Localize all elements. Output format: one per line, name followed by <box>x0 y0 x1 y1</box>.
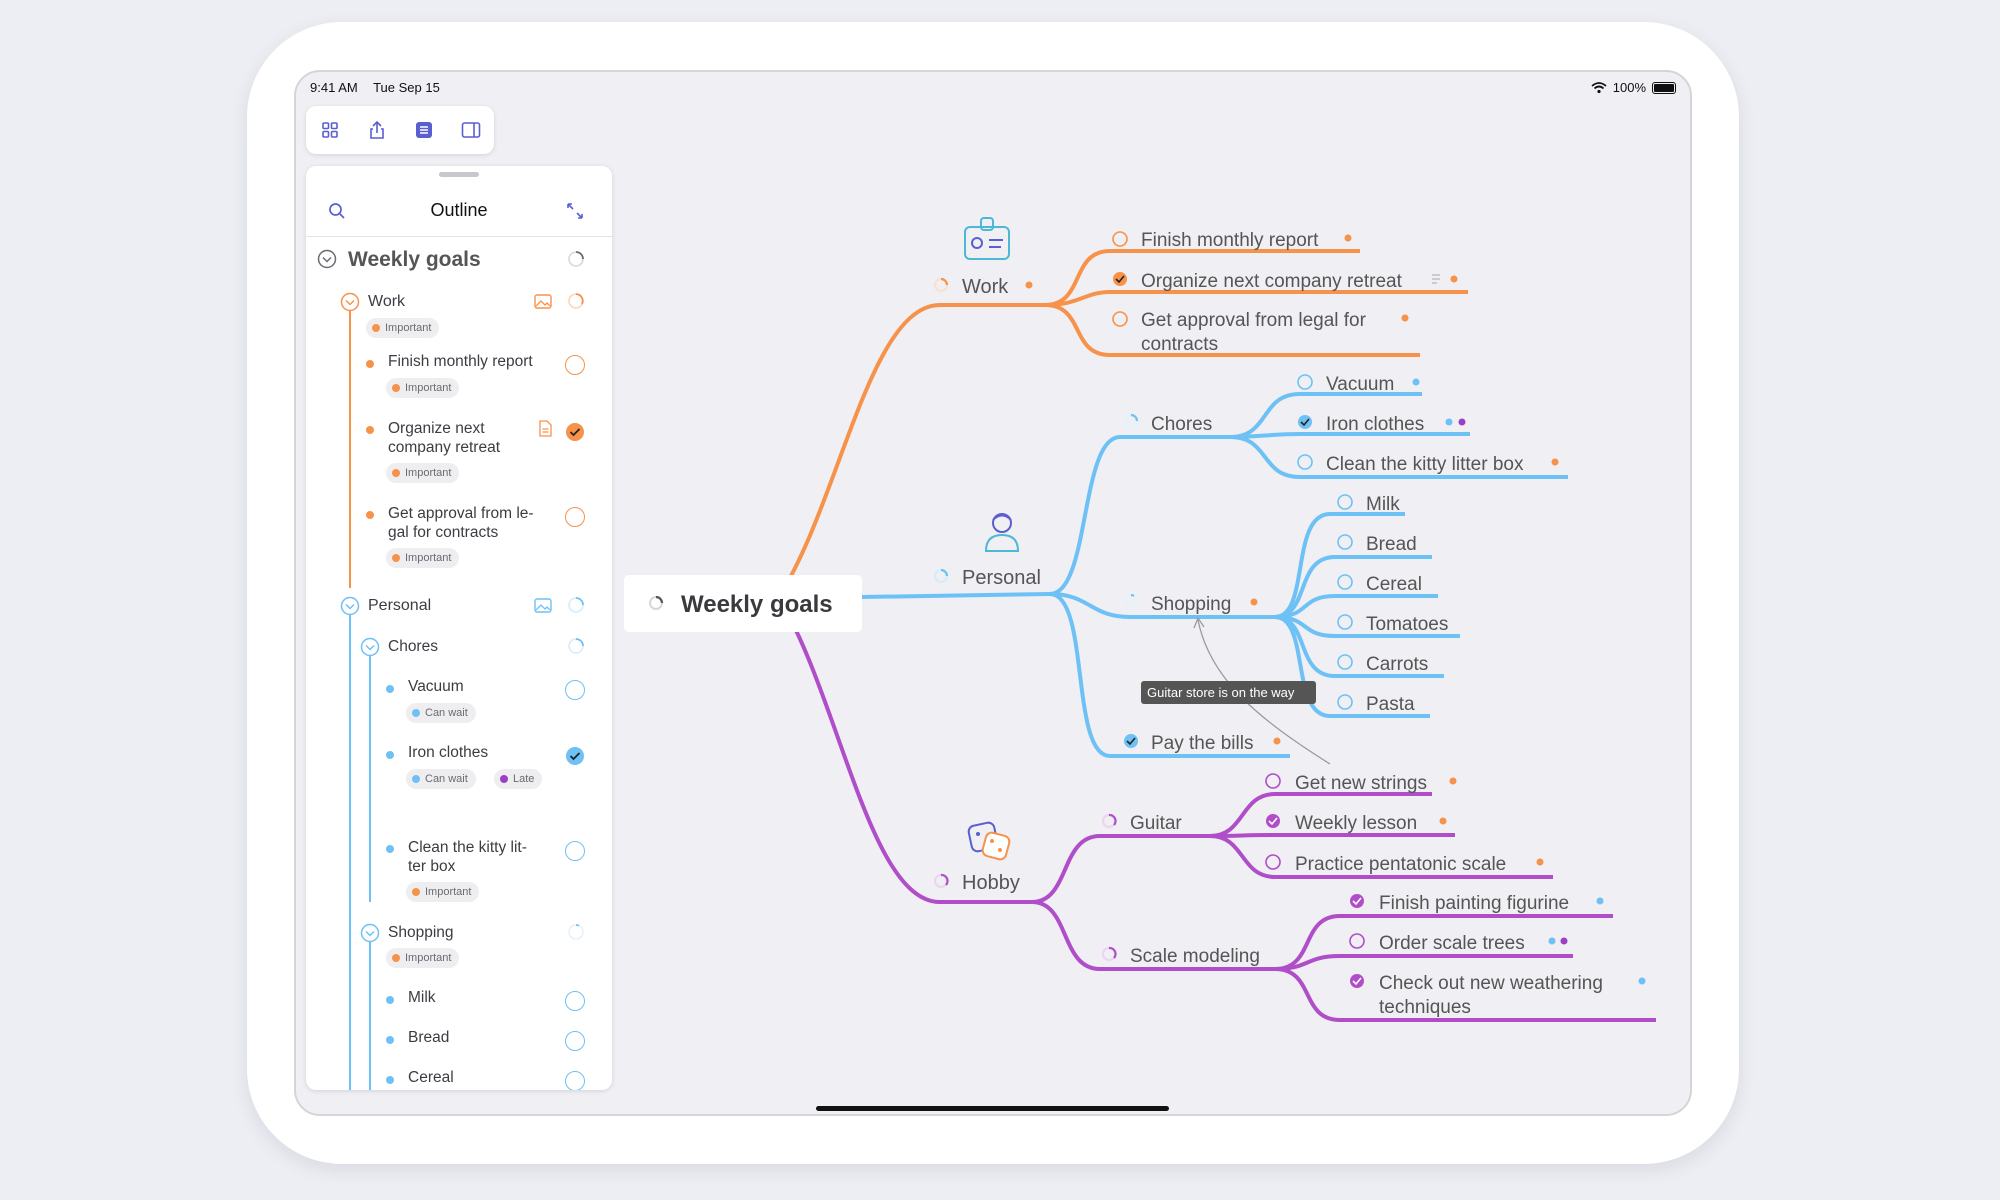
tag-dot <box>1273 737 1281 745</box>
mindmap-node-vacuum[interactable]: Vacuum <box>1297 374 1420 395</box>
mindmap-node-personal[interactable]: Personal <box>934 567 1041 589</box>
node-label: Personal <box>962 567 1041 589</box>
mindmap-node-weekly-lesson[interactable]: Weekly lesson <box>1266 813 1447 834</box>
mindmap-node-organize-retreat[interactable]: Organize next company retreat <box>1113 271 1458 292</box>
node-label: Finish monthly report <box>1141 230 1319 251</box>
mindmap-node-pay-bills[interactable]: Pay the bills <box>1124 733 1281 754</box>
tag-dot <box>1401 314 1409 322</box>
mindmap-node-guitar[interactable]: Guitar <box>1102 813 1182 834</box>
node-label: Get approval from legal for <box>1141 310 1367 331</box>
mindmap-node-work[interactable]: Work <box>934 276 1033 298</box>
mindmap-node-painting[interactable]: Finish painting figurine <box>1350 893 1604 914</box>
tag-dot <box>1344 234 1352 242</box>
tag-dot <box>1560 937 1568 945</box>
mindmap-node-scale-trees[interactable]: Order scale trees <box>1349 933 1568 954</box>
mindmap-node-weathering[interactable]: Check out new weathering techniques <box>1350 973 1646 1018</box>
mindmap-node-bread[interactable]: Bread <box>1337 534 1417 555</box>
tag-dot <box>1439 817 1447 825</box>
dice-icon <box>967 821 1011 861</box>
mindmap-node-shopping[interactable]: Shopping <box>1124 593 1258 615</box>
branch-line <box>1274 512 1405 619</box>
node-label: Cereal <box>1366 574 1422 595</box>
node-label: Get new strings <box>1295 773 1427 794</box>
tag-dot <box>1449 777 1457 785</box>
mindmap-node-hobby[interactable]: Hobby <box>934 872 1020 894</box>
tag-dot <box>1412 378 1420 386</box>
mindmap-node-milk[interactable]: Milk <box>1337 494 1400 515</box>
tooltip: Guitar store is on the way <box>1141 681 1316 704</box>
node-label: Bread <box>1366 534 1417 555</box>
tag-dot <box>1250 598 1258 606</box>
note-icon <box>1432 274 1440 284</box>
node-label: techniques <box>1379 997 1471 1018</box>
node-label: Tomatoes <box>1366 614 1448 635</box>
node-label: contracts <box>1141 334 1218 355</box>
node-label: Chores <box>1151 414 1212 435</box>
branch-line <box>1049 435 1230 596</box>
node-label: Scale modeling <box>1130 946 1260 967</box>
node-label: Practice pentatonic scale <box>1295 854 1506 875</box>
node-label: Clean the kitty litter box <box>1326 454 1524 475</box>
mindmap-node-pasta[interactable]: Pasta <box>1337 694 1415 715</box>
mindmap-node-cereal[interactable]: Cereal <box>1337 574 1422 595</box>
mindmap-node-clean-litter[interactable]: Clean the kitty litter box <box>1297 454 1559 475</box>
branch-line <box>1209 833 1455 838</box>
node-label: Work <box>962 276 1009 298</box>
node-label: Milk <box>1366 494 1400 515</box>
tag-dot <box>1548 937 1556 945</box>
tag-dot <box>1551 458 1559 466</box>
mindmap-node-scale-modeling[interactable]: Scale modeling <box>1102 946 1260 967</box>
mindmap-node-pentatonic[interactable]: Practice pentatonic scale <box>1265 854 1544 875</box>
node-label: Pasta <box>1366 694 1415 715</box>
tag-dot <box>1450 275 1458 283</box>
root-label: Weekly goals <box>681 591 833 618</box>
tag-dot <box>1445 418 1453 426</box>
tag-dot <box>1025 281 1033 289</box>
node-label: Hobby <box>962 872 1020 894</box>
node-label: Order scale trees <box>1379 933 1525 954</box>
tag-dot <box>1458 418 1466 426</box>
node-label: Finish painting figurine <box>1379 893 1569 914</box>
node-label: Check out new weathering <box>1379 973 1603 994</box>
mindmap-node-iron-clothes[interactable]: Iron clothes <box>1298 414 1466 435</box>
node-label: Weekly lesson <box>1295 813 1417 834</box>
node-label: Iron clothes <box>1326 414 1424 435</box>
mindmap-canvas: Weekly goals Work Finish monthly report … <box>624 217 1656 1022</box>
node-label: Guitar <box>1130 813 1182 834</box>
branch-line <box>1031 834 1210 904</box>
node-label: Carrots <box>1366 654 1428 675</box>
branch-line <box>1274 954 1573 971</box>
tag-dot <box>1536 858 1544 866</box>
mindmap-node-carrots[interactable]: Carrots <box>1337 654 1428 675</box>
mindmap-node-finish-report[interactable]: Finish monthly report <box>1112 230 1352 251</box>
mindmap-node-chores[interactable]: Chores <box>1124 413 1212 435</box>
tag-dot <box>1638 977 1646 985</box>
tooltip-text: Guitar store is on the way <box>1147 685 1295 700</box>
personal-branch-line <box>861 592 1051 599</box>
mindmap-node-new-strings[interactable]: Get new strings <box>1265 773 1457 794</box>
node-label: Vacuum <box>1326 374 1394 395</box>
node-label: Shopping <box>1151 594 1231 615</box>
mindmap-node-tomatoes[interactable]: Tomatoes <box>1337 614 1448 635</box>
tag-dot <box>1596 897 1604 905</box>
root-node[interactable]: Weekly goals <box>624 575 862 632</box>
person-icon <box>984 513 1020 552</box>
node-label: Organize next company retreat <box>1141 271 1403 292</box>
node-label: Pay the bills <box>1151 733 1253 754</box>
badge-icon <box>964 217 1010 260</box>
branch-line <box>1044 290 1468 307</box>
mindmap-node-get-approval[interactable]: Get approval from legal for contracts <box>1112 310 1409 355</box>
